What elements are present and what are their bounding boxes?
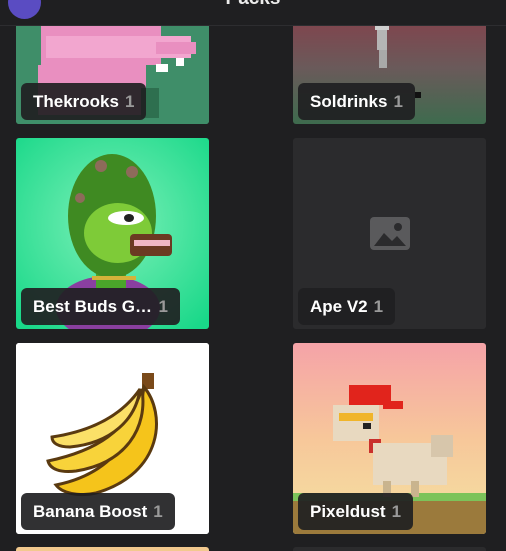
card-count: 1 [124, 91, 135, 111]
card-label: Ape V2 1 [298, 288, 396, 325]
card-banana-boost[interactable]: Banana Boost 1 [16, 343, 209, 534]
card-pixeldust[interactable]: Pixeldust 1 [293, 343, 486, 534]
card-name: Banana Boost [33, 501, 148, 521]
card-count: 1 [153, 501, 163, 521]
next-card-peek [16, 547, 209, 551]
image-placeholder-icon [370, 217, 410, 250]
card-count: 1 [373, 296, 384, 316]
card-label: Thekrooks 1 [21, 83, 147, 120]
card-name: Ape V2 [310, 296, 368, 316]
card-count: 1 [158, 296, 168, 316]
card-label: Banana Boost 1 [21, 493, 175, 530]
card-count: 1 [391, 501, 402, 521]
card-label: Pixeldust 1 [298, 493, 414, 530]
card-count: 1 [393, 91, 403, 111]
card-label: Best Buds Gen... 1 [21, 288, 180, 325]
card-best-buds[interactable]: Best Buds Gen... 1 [16, 138, 209, 329]
top-bar: Packs [0, 0, 506, 26]
next-card-peek [293, 547, 486, 551]
card-name: Best Buds Gen... [33, 296, 153, 316]
card-ape-v2[interactable]: Ape V2 1 [293, 138, 486, 329]
card-label: Soldrinks 1 [298, 83, 415, 120]
card-name: Pixeldust [310, 501, 386, 521]
card-name: Soldrinks [310, 91, 388, 111]
page-title: Packs [0, 0, 506, 10]
card-name: Thekrooks [33, 91, 119, 111]
